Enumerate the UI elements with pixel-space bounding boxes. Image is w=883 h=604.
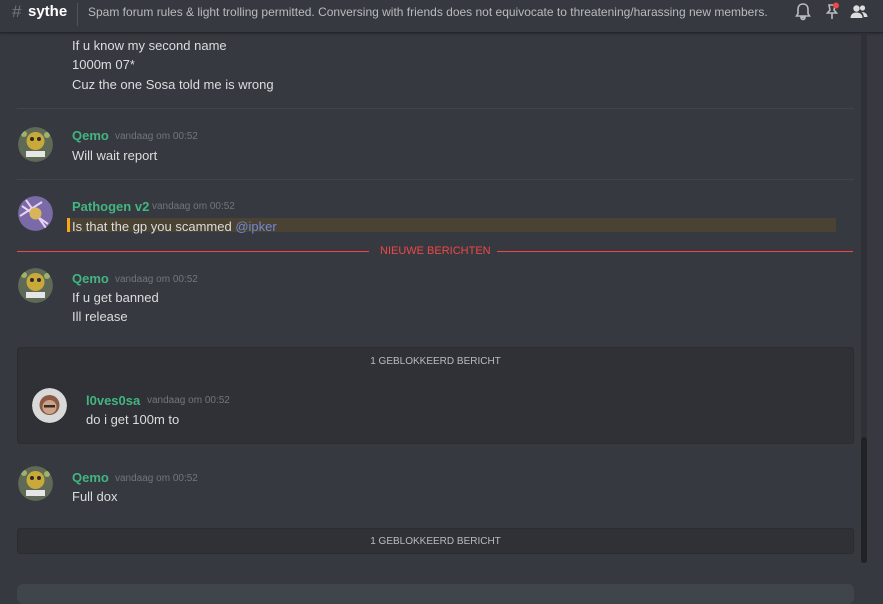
- message-line: If u get banned: [72, 290, 159, 305]
- new-messages-label: NIEUWE BERICHTEN: [380, 245, 491, 257]
- message-timestamp: vandaag om 00:52: [115, 473, 198, 484]
- blocked-messages-group[interactable]: 1 GEBLOKKEERD BERICHT: [17, 528, 854, 554]
- message-separator: [17, 179, 854, 180]
- message-line: Full dox: [72, 489, 118, 504]
- message-line: Cuz the one Sosa told me is wrong: [72, 77, 274, 92]
- scrollbar-thumb[interactable]: [861, 437, 867, 563]
- blocked-messages-group[interactable]: 1 GEBLOKKEERD BERICHT: [17, 347, 854, 444]
- new-messages-divider: [497, 251, 853, 252]
- message-author[interactable]: Qemo: [72, 128, 109, 143]
- avatar[interactable]: [18, 127, 53, 162]
- message-line: 1000m 07*: [72, 57, 135, 72]
- message-timestamp: vandaag om 00:52: [147, 395, 230, 406]
- message-line: Will wait report: [72, 148, 158, 163]
- blocked-messages-label[interactable]: 1 GEBLOKKEERD BERICHT: [18, 356, 853, 367]
- bell-icon[interactable]: [793, 2, 813, 22]
- message-line: Ill release: [72, 309, 128, 324]
- message-separator: [17, 108, 854, 109]
- message-author[interactable]: Pathogen v2: [72, 199, 149, 214]
- avatar[interactable]: [18, 196, 53, 231]
- channel-header: # sythe Spam forum rules & light trollin…: [0, 0, 883, 33]
- message-author[interactable]: Qemo: [72, 470, 109, 485]
- avatar[interactable]: [32, 388, 67, 423]
- message-line: Is that the gp you scammed @ipker: [72, 219, 277, 234]
- channel-name[interactable]: sythe: [28, 3, 67, 20]
- message-timestamp: vandaag om 00:52: [115, 274, 198, 285]
- blocked-messages-label[interactable]: 1 GEBLOKKEERD BERICHT: [18, 536, 853, 547]
- message-author[interactable]: Qemo: [72, 271, 109, 286]
- message-timestamp: vandaag om 00:52: [152, 201, 235, 212]
- channel-hash-icon: #: [12, 2, 22, 21]
- message-input[interactable]: [17, 584, 854, 604]
- new-messages-divider: [17, 251, 369, 252]
- channel-topic[interactable]: Spam forum rules & light trolling permit…: [88, 5, 768, 19]
- message-timestamp: vandaag om 00:52: [115, 131, 198, 142]
- pin-icon[interactable]: [822, 2, 842, 22]
- members-icon[interactable]: [849, 2, 869, 22]
- avatar[interactable]: [18, 466, 53, 501]
- message-author[interactable]: l0ves0sa: [86, 393, 140, 408]
- message-text: Is that the gp you scammed: [72, 219, 236, 234]
- user-mention[interactable]: @ipker: [235, 219, 276, 234]
- message-line: do i get 100m to: [86, 412, 180, 427]
- avatar[interactable]: [18, 268, 53, 303]
- header-divider: [77, 3, 78, 26]
- message-line: If u know my second name: [72, 38, 227, 53]
